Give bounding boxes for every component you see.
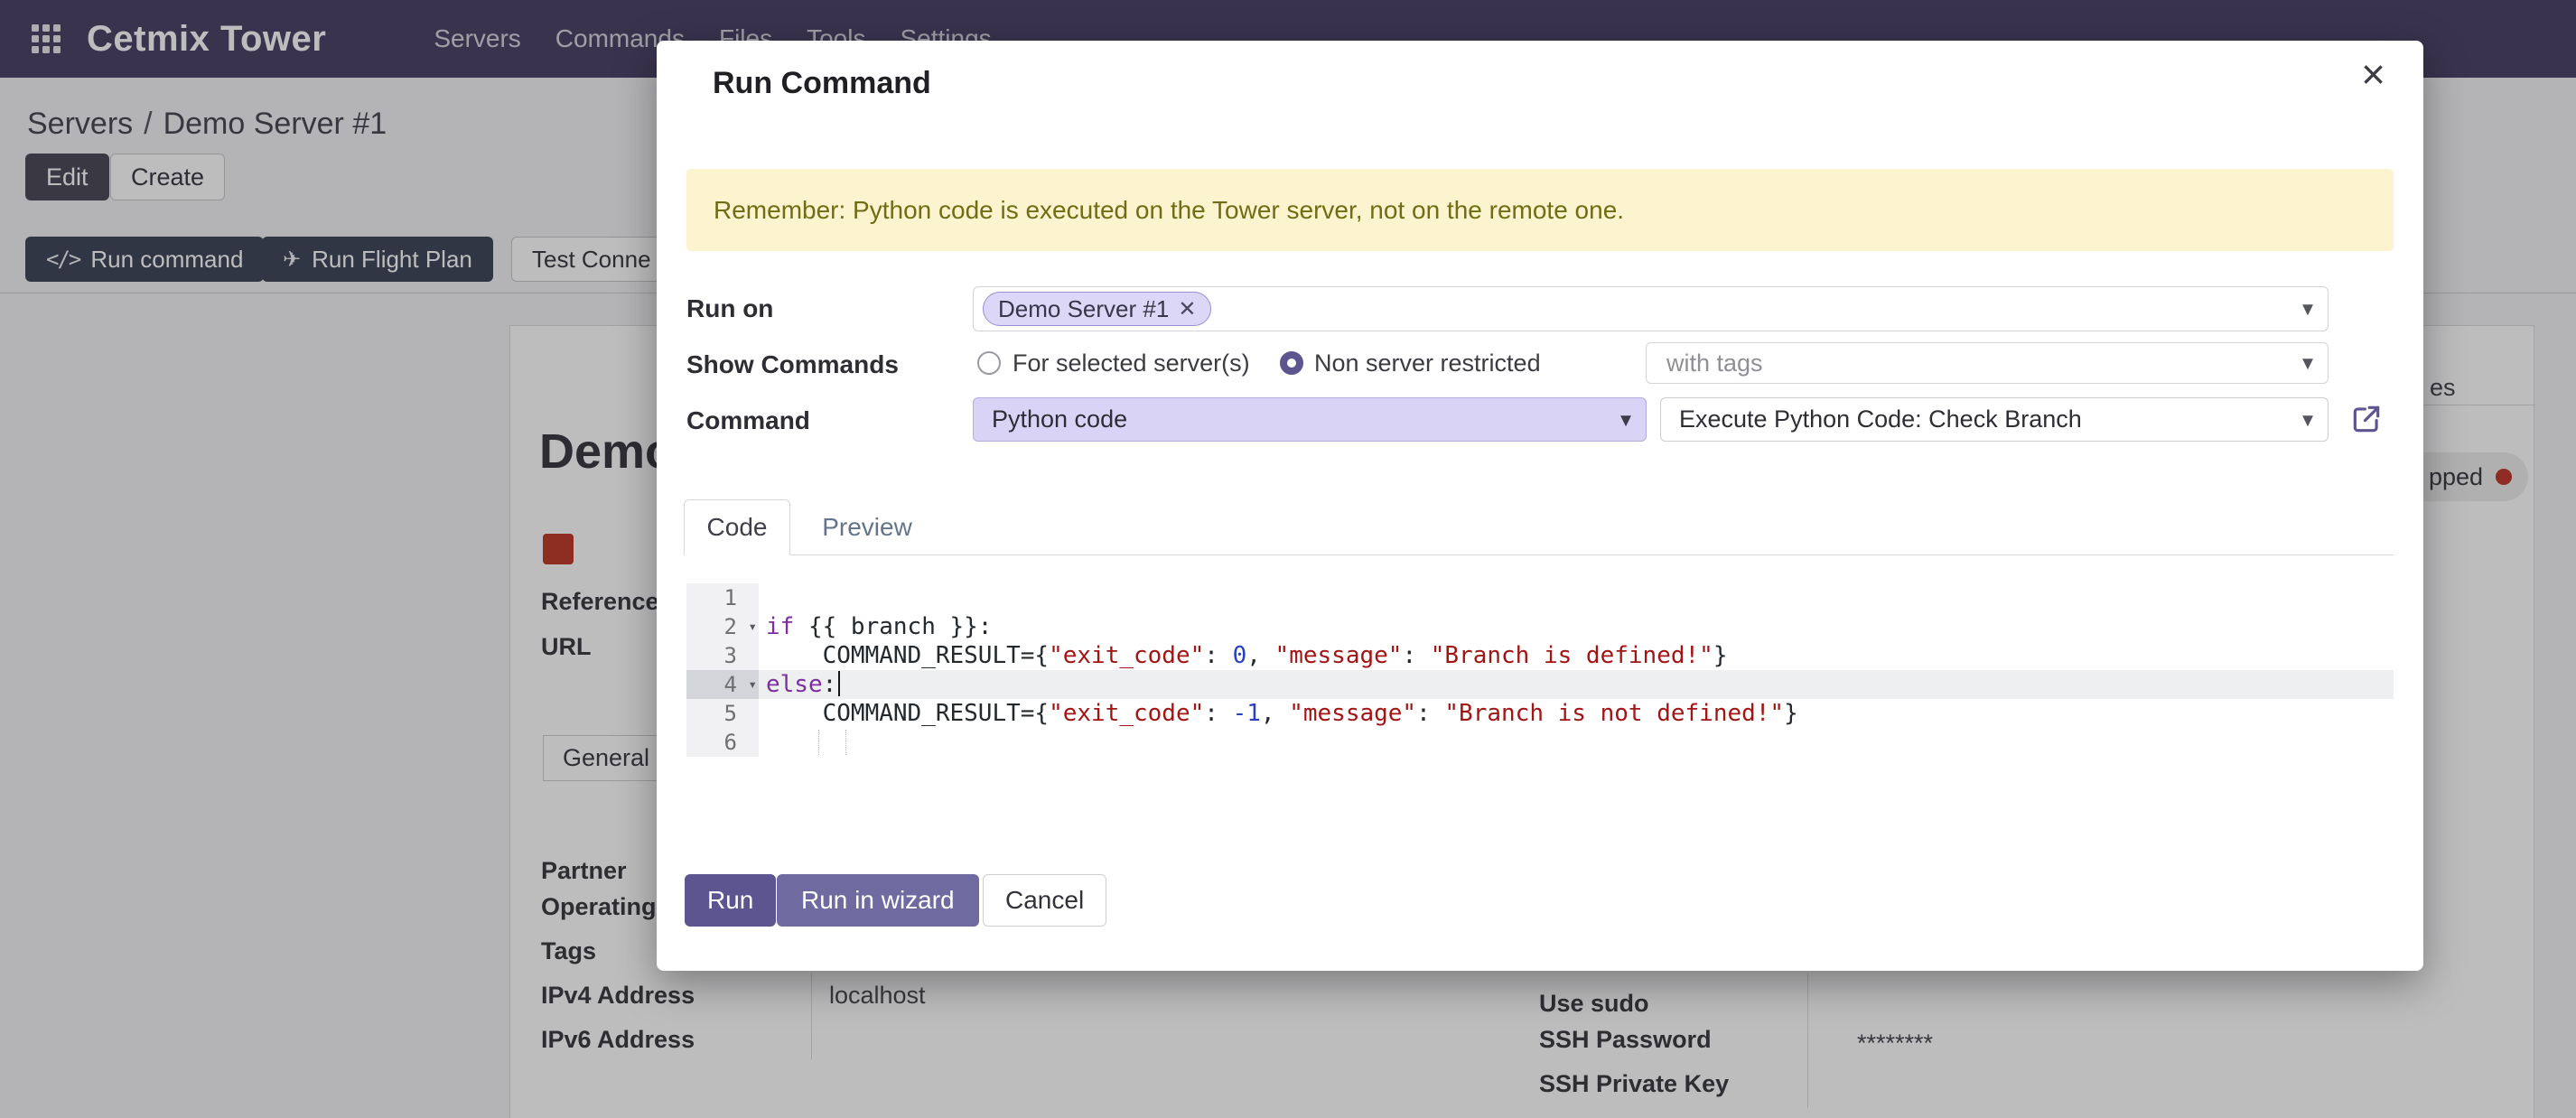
line-number: 3 (686, 641, 759, 670)
command-value: Execute Python Code: Check Branch (1679, 405, 2082, 433)
code-token: , (1261, 700, 1289, 727)
chevron-down-icon: ▾ (2302, 350, 2313, 377)
chevron-down-icon: ▾ (2302, 296, 2313, 322)
code-line-content[interactable]: COMMAND_RESULT={"exit_code": 0, "message… (759, 641, 2394, 670)
code-token: 0 (1233, 642, 1247, 669)
remove-tag-icon[interactable]: ✕ (1178, 296, 1196, 322)
code-token: else (766, 671, 823, 698)
indent-guide (845, 730, 846, 755)
code-token: : (1204, 642, 1232, 669)
server-tag: Demo Server #1 ✕ (983, 292, 1211, 326)
line-number: 4▾ (686, 670, 759, 699)
with-tags-placeholder: with tags (1666, 349, 1763, 377)
code-token: "message" (1275, 642, 1403, 669)
run-on-label: Run on (686, 294, 773, 323)
code-token: COMMAND_RESULT={ (766, 642, 1049, 669)
modal-title: Run Command (713, 66, 931, 101)
code-token: , (1246, 642, 1274, 669)
external-link-icon[interactable] (2349, 402, 2384, 436)
cancel-button[interactable]: Cancel (983, 874, 1106, 927)
fold-arrow-icon[interactable]: ▾ (748, 612, 757, 641)
command-select[interactable]: Execute Python Code: Check Branch ▾ (1660, 397, 2329, 442)
line-number: 1 (686, 583, 759, 612)
code-line-3[interactable]: 3 COMMAND_RESULT={"exit_code": 0, "messa… (686, 641, 2394, 670)
code-editor[interactable]: 12▾if {{ branch }}:3 COMMAND_RESULT={"ex… (686, 583, 2394, 757)
line-number: 6 (686, 728, 759, 757)
close-icon[interactable]: × (2361, 53, 2385, 95)
code-line-6[interactable]: 6 (686, 728, 2394, 757)
code-token: } (1713, 642, 1728, 669)
code-line-4[interactable]: 4▾else: (686, 670, 2394, 699)
line-number: 2▾ (686, 612, 759, 641)
fold-arrow-icon[interactable]: ▾ (748, 670, 757, 699)
code-token: COMMAND_RESULT={ (766, 700, 1049, 727)
command-type-value: Python code (992, 405, 1127, 433)
chevron-down-icon: ▾ (1620, 406, 1631, 433)
code-line-content[interactable]: else: (759, 670, 2394, 699)
tab-preview[interactable]: Preview (808, 499, 926, 554)
line-number: 5 (686, 699, 759, 728)
run-on-field[interactable]: Demo Server #1 ✕ ▾ (973, 286, 2329, 331)
radio-selected-servers[interactable] (977, 351, 1001, 375)
code-token: "exit_code" (1049, 642, 1204, 669)
with-tags-select[interactable]: with tags ▾ (1646, 342, 2329, 384)
alert-text: Remember: Python code is executed on the… (714, 196, 1624, 225)
code-line-content[interactable]: COMMAND_RESULT={"exit_code": -1, "messag… (759, 699, 2394, 728)
code-token: "exit_code" (1049, 700, 1204, 727)
indent-guide (818, 730, 819, 755)
server-tag-label: Demo Server #1 (998, 295, 1169, 323)
run-command-modal: Run Command × Remember: Python code is e… (657, 41, 2423, 971)
code-token: : (823, 671, 837, 698)
radio-non-restricted-label[interactable]: Non server restricted (1314, 349, 1541, 377)
chevron-down-icon: ▾ (2302, 406, 2313, 433)
code-token: "message" (1289, 700, 1416, 727)
tab-code[interactable]: Code (684, 499, 790, 555)
run-in-wizard-button[interactable]: Run in wizard (777, 874, 979, 927)
code-line-2[interactable]: 2▾if {{ branch }}: (686, 612, 2394, 641)
text-cursor (838, 671, 840, 696)
tabs-underline (684, 554, 2394, 555)
run-button[interactable]: Run (685, 874, 776, 927)
code-token: } (1784, 700, 1798, 727)
code-line-content[interactable] (759, 728, 2394, 757)
code-line-5[interactable]: 5 COMMAND_RESULT={"exit_code": -1, "mess… (686, 699, 2394, 728)
radio-selected-servers-label[interactable]: For selected server(s) (1013, 349, 1250, 377)
code-token: "Branch is defined!" (1431, 642, 1713, 669)
code-line-content[interactable] (759, 583, 2394, 612)
code-token: "Branch is not defined!" (1444, 700, 1784, 727)
code-token: {{ branch }}: (794, 613, 992, 640)
command-label: Command (686, 406, 810, 435)
code-token: : (1402, 642, 1430, 669)
radio-non-restricted[interactable] (1280, 351, 1303, 375)
show-commands-label: Show Commands (686, 350, 899, 379)
code-token: : (1416, 700, 1444, 727)
code-token: if (766, 613, 794, 640)
code-token: : (1204, 700, 1232, 727)
command-type-select[interactable]: Python code ▾ (973, 397, 1647, 442)
code-line-1[interactable]: 1 (686, 583, 2394, 612)
code-token: -1 (1233, 700, 1261, 727)
python-warning-alert: Remember: Python code is executed on the… (686, 169, 2394, 251)
code-line-content[interactable]: if {{ branch }}: (759, 612, 2394, 641)
